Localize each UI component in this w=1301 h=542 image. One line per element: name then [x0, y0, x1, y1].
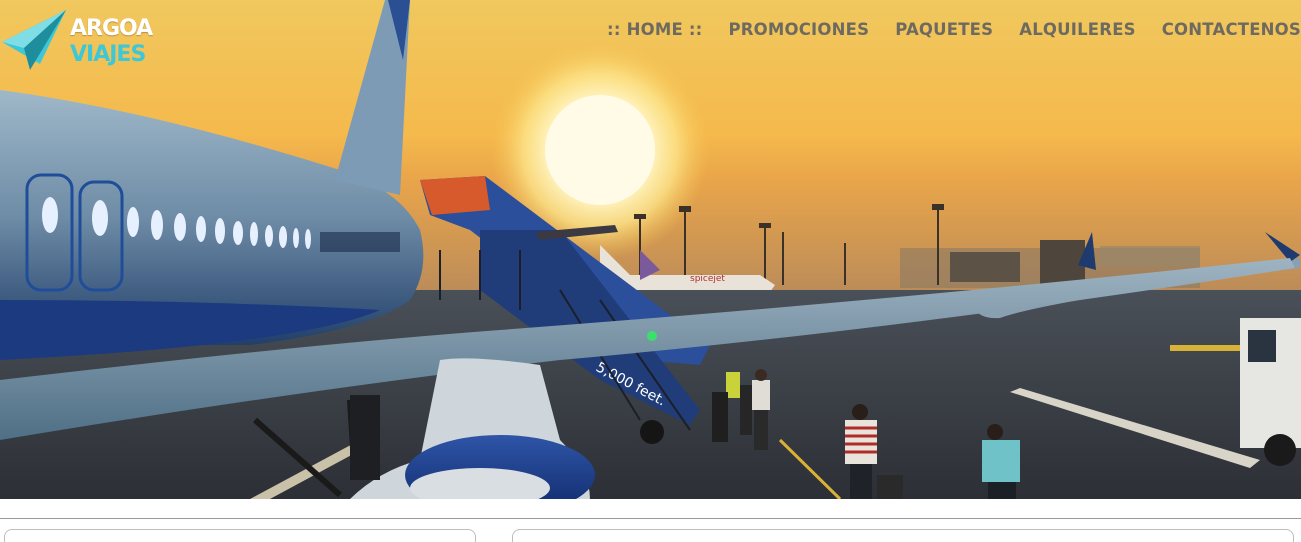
brand-name-line1: ARGOA — [70, 16, 153, 41]
nav-item-paquetes[interactable]: PAQUETES — [882, 20, 1006, 40]
content-card-right — [512, 529, 1294, 542]
brand-name-line2: VIAJES — [70, 42, 146, 67]
brand-logo[interactable]: ARGOA VIAJES — [0, 6, 160, 76]
section-divider — [0, 518, 1301, 519]
nav-item-home[interactable]: :: HOME :: — [594, 20, 715, 40]
nav-item-promociones[interactable]: PROMOCIONES — [715, 20, 882, 40]
main-nav: :: HOME :: PROMOCIONES PAQUETES ALQUILER… — [594, 20, 1301, 40]
tail-text: spicejet — [690, 274, 725, 284]
nav-item-alquileres[interactable]: ALQUILERES — [1006, 20, 1149, 40]
content-card-left — [4, 529, 476, 542]
paper-plane-icon — [2, 10, 66, 70]
hero-banner: spicejet 5,000 feet. ARGOA VIAJES:: HOM… — [0, 0, 1301, 499]
brand-name: ARGOA VIAJES — [70, 16, 153, 68]
nav-item-contactenos[interactable]: CONTACTENOS — [1149, 20, 1301, 40]
hero-image: spicejet 5,000 feet. — [0, 0, 1301, 499]
